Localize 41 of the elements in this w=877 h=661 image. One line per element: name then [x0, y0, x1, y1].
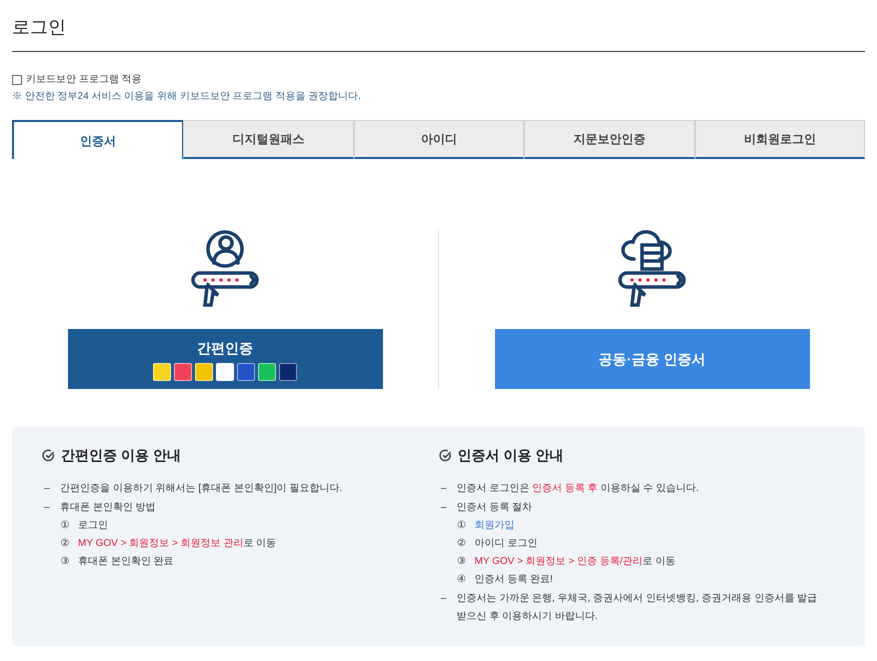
list-marker: ② — [60, 537, 70, 551]
guide-title: 인증서 이용 안내 — [458, 446, 564, 465]
tab[interactable]: 디지털원패스 — [183, 120, 354, 159]
guide-text: 간편인증을 이용하기 위해서는 [휴대폰 본인확인]이 필요합니다. — [60, 482, 342, 496]
notice-text: ※ 안전한 정부24 서비스 이용을 위해 키보드보안 프로그램 적용을 권장합니다. — [12, 90, 362, 104]
list-marker: ① — [456, 519, 466, 533]
guide-text: 로그인 — [78, 519, 108, 533]
list-marker: ② — [456, 537, 466, 551]
list-marker: ③ — [456, 555, 466, 569]
check-circle-icon — [42, 449, 55, 462]
certificate-button[interactable]: 공동·금융 인증서 — [494, 329, 810, 389]
guide-text: 인증서는 가까운 은행, 우체국, 증권사에서 인터넷뱅킹, 증권거래용 인증서를 발급받으신 후 이용하시기 바랍니다. — [456, 592, 818, 624]
guide-text: 회원가입 — [474, 519, 514, 533]
list-marker: – — [43, 482, 51, 496]
guide-text: 아이디 로그인 — [474, 537, 538, 551]
list-marker: ④ — [456, 573, 466, 587]
cloud-server-login-icon — [616, 229, 688, 307]
list-marker: ① — [60, 519, 70, 533]
checkbox-label: 키보드보안 프로그램 적용 — [26, 73, 142, 87]
guide-text: MY GOV > 회원정보 > 인증 등록/관리로 이동 — [474, 555, 676, 569]
tab[interactable]: 아이디 — [354, 120, 524, 159]
guide-text: 인증서 등록 절차 — [456, 501, 532, 515]
tab[interactable]: 비회원로그인 — [694, 120, 866, 159]
tab[interactable]: 인증서 — [12, 120, 184, 159]
list-marker: – — [43, 501, 51, 515]
guide-text: 인증서 로그인은 인증서 등록 후 이용하실 수 있습니다. — [456, 482, 699, 496]
tab[interactable]: 지문보안인증 — [524, 120, 695, 159]
check-circle-icon — [438, 449, 452, 462]
simple-auth-button[interactable]: 간편인증 — [68, 329, 382, 389]
checkbox[interactable] — [12, 74, 22, 84]
page-title: 로그인 — [12, 14, 865, 52]
guide-title: 간편인증 이용 안내 — [61, 446, 181, 465]
list-marker: ③ — [60, 555, 70, 569]
guide-text: MY GOV > 회원정보 > 회원정보 관리로 이동 — [78, 537, 276, 551]
user-login-icon — [189, 229, 261, 307]
guide-text: 인증서 등록 완료! — [474, 573, 553, 587]
list-marker: – — [440, 482, 448, 496]
guide-text: 휴대폰 본인확인 방법 — [60, 501, 156, 515]
list-marker: – — [440, 592, 448, 606]
list-marker: – — [440, 501, 448, 515]
guide-text: 휴대폰 본인확인 완료 — [78, 555, 174, 569]
